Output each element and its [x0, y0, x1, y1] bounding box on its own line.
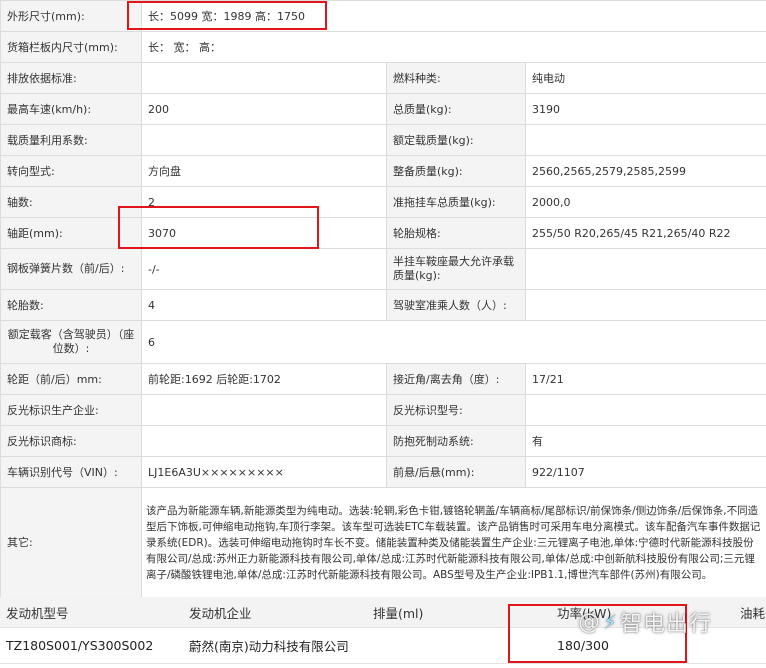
engine-displacement — [367, 627, 551, 664]
spec-row: 转向型式: 方向盘 整备质量(kg): 2560,2565,2579,2585,… — [0, 155, 766, 187]
value-reflector-model — [524, 394, 766, 426]
value-rated-load — [524, 124, 766, 156]
spec-row: 排放依据标准: 燃料种类: 纯电动 — [0, 62, 766, 94]
vehicle-spec-table: 外形尺寸(mm): 长：5099 宽：1989 高：1750 货箱栏板内尺寸(m… — [0, 0, 766, 598]
label-reflector-maker: 反光标识生产企业: — [0, 394, 142, 426]
value-other: 该产品为新能源车辆,新能源类型为纯电动。选装:轮辋,彩色卡钳,镀铬轮辋盖/车辆商… — [140, 487, 766, 598]
engine-fuel-consumption — [734, 627, 766, 664]
header-engine-model: 发动机型号 — [0, 597, 183, 628]
label-seats: 额定载客（含驾驶员）（座位数）: — [0, 320, 142, 364]
header-engine-maker: 发动机企业 — [183, 597, 367, 628]
value-overhang: 922/1107 — [524, 456, 766, 488]
label-fuel-type: 燃料种类: — [386, 62, 526, 94]
value-tire-count: 4 — [141, 289, 387, 321]
value-steering: 方向盘 — [141, 155, 387, 187]
value-fuel-type: 纯电动 — [524, 62, 766, 94]
value-reflector-brand — [141, 425, 387, 457]
label-abs: 防抱死制动系统: — [386, 425, 526, 457]
value-saddle-load — [524, 248, 766, 290]
value-wheelbase: 3070 — [141, 217, 387, 249]
lightning-bolt-icon: ⚡ — [603, 610, 619, 634]
label-axles: 轴数: — [0, 186, 142, 218]
spec-row: 钢板弹簧片数（前/后）: -/- 半挂车鞍座最大允许承载质量(kg): — [0, 248, 766, 290]
watermark-logo: @ ⚡ 智电出行 — [578, 606, 712, 638]
label-gross-mass: 总质量(kg): — [386, 93, 526, 125]
spec-row: 轴数: 2 准拖挂车总质量(kg): 2000,0 — [0, 186, 766, 218]
spec-row: 载质量利用系数: 额定载质量(kg): — [0, 124, 766, 156]
spec-row: 轮胎数: 4 驾驶室准乘人数（人）: — [0, 289, 766, 321]
label-curb-mass: 整备质量(kg): — [386, 155, 526, 187]
value-top-speed: 200 — [141, 93, 387, 125]
label-wheelbase: 轴距(mm): — [0, 217, 142, 249]
label-rated-load: 额定载质量(kg): — [386, 124, 526, 156]
spec-row-cargo-box: 货箱栏板内尺寸(mm): 长： 宽： 高： — [0, 31, 766, 63]
label-emission-standard: 排放依据标准: — [0, 62, 142, 94]
label-other: 其它: — [0, 487, 142, 598]
header-displacement: 排量(ml) — [367, 597, 551, 628]
value-seats: 6 — [140, 320, 766, 364]
label-trailer-mass: 准拖挂车总质量(kg): — [386, 186, 526, 218]
at-sign: @ — [578, 609, 601, 635]
label-steering: 转向型式: — [0, 155, 142, 187]
label-reflector-brand: 反光标识商标: — [0, 425, 142, 457]
value-emission-standard — [141, 62, 387, 94]
value-curb-mass: 2560,2565,2579,2585,2599 — [524, 155, 766, 187]
value-approach-departure: 17/21 — [524, 363, 766, 395]
spec-row-wheelbase: 轴距(mm): 3070 轮胎规格: 255/50 R20,265/45 R21… — [0, 217, 766, 249]
value-axles: 2 — [141, 186, 387, 218]
engine-model: TZ180S001/YS300S002 — [0, 627, 183, 664]
spec-row: 轮距（前/后）mm: 前轮距:1692 后轮距:1702 接近角/离去角（度）:… — [0, 363, 766, 395]
engine-maker: 蔚然(南京)动力科技有限公司 — [183, 627, 367, 664]
label-load-coefficient: 载质量利用系数: — [0, 124, 142, 156]
spec-row: 反光标识商标: 防抱死制动系统: 有 — [0, 425, 766, 457]
spec-row-dimensions: 外形尺寸(mm): 长：5099 宽：1989 高：1750 — [0, 0, 766, 32]
label-saddle-load: 半挂车鞍座最大允许承载质量(kg): — [386, 248, 526, 290]
label-approach-departure: 接近角/离去角（度）: — [386, 363, 526, 395]
value-cab-occupants — [524, 289, 766, 321]
value-cargo-box: 长： 宽： 高： — [140, 31, 766, 63]
value-tire-spec: 255/50 R20,265/45 R21,265/40 R22 — [524, 217, 766, 249]
header-fuel-consumption: 油耗 — [734, 597, 766, 628]
label-track: 轮距（前/后）mm: — [0, 363, 142, 395]
value-track: 前轮距:1692 后轮距:1702 — [141, 363, 387, 395]
value-abs: 有 — [524, 425, 766, 457]
label-cargo-box: 货箱栏板内尺寸(mm): — [0, 31, 142, 63]
spec-row-other: 其它: 该产品为新能源车辆,新能源类型为纯电动。选装:轮辋,彩色卡钳,镀铬轮辋盖… — [0, 487, 766, 598]
label-dimensions: 外形尺寸(mm): — [0, 0, 142, 32]
value-vin: LJ1E6A3U××××××××× — [141, 456, 387, 488]
value-load-coefficient — [141, 124, 387, 156]
label-leaf-springs: 钢板弹簧片数（前/后）: — [0, 248, 142, 290]
spec-row: 最高车速(km/h): 200 总质量(kg): 3190 — [0, 93, 766, 125]
label-reflector-model: 反光标识型号: — [386, 394, 526, 426]
spec-row: 车辆识别代号（VIN）: LJ1E6A3U××××××××× 前悬/后悬(mm)… — [0, 456, 766, 488]
value-dimensions: 长：5099 宽：1989 高：1750 — [140, 0, 766, 32]
value-reflector-maker — [141, 394, 387, 426]
label-cab-occupants: 驾驶室准乘人数（人）: — [386, 289, 526, 321]
watermark-text: 智电出行 — [620, 612, 713, 637]
label-top-speed: 最高车速(km/h): — [0, 93, 142, 125]
spec-row-seats: 额定载客（含驾驶员）（座位数）: 6 — [0, 320, 766, 364]
value-leaf-springs: -/- — [141, 248, 387, 290]
label-vin: 车辆识别代号（VIN）: — [0, 456, 142, 488]
value-gross-mass: 3190 — [524, 93, 766, 125]
label-tire-count: 轮胎数: — [0, 289, 142, 321]
label-overhang: 前悬/后悬(mm): — [386, 456, 526, 488]
value-trailer-mass: 2000,0 — [524, 186, 766, 218]
spec-row: 反光标识生产企业: 反光标识型号: — [0, 394, 766, 426]
label-tire-spec: 轮胎规格: — [386, 217, 526, 249]
